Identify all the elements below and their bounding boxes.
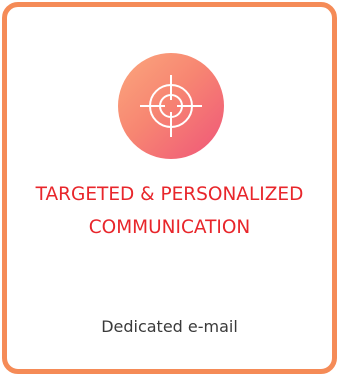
feature-card: TARGETED & PERSONALIZED COMMUNICATION De… (2, 2, 337, 374)
card-title-line-1: TARGETED & PERSONALIZED (35, 184, 304, 205)
card-subtitle: Dedicated e-mail (101, 317, 238, 336)
card-title: TARGETED & PERSONALIZED COMMUNICATION (7, 178, 332, 244)
target-crosshair-icon (140, 75, 202, 137)
card-title-line-2: COMMUNICATION (88, 217, 251, 238)
icon-badge (118, 53, 224, 159)
